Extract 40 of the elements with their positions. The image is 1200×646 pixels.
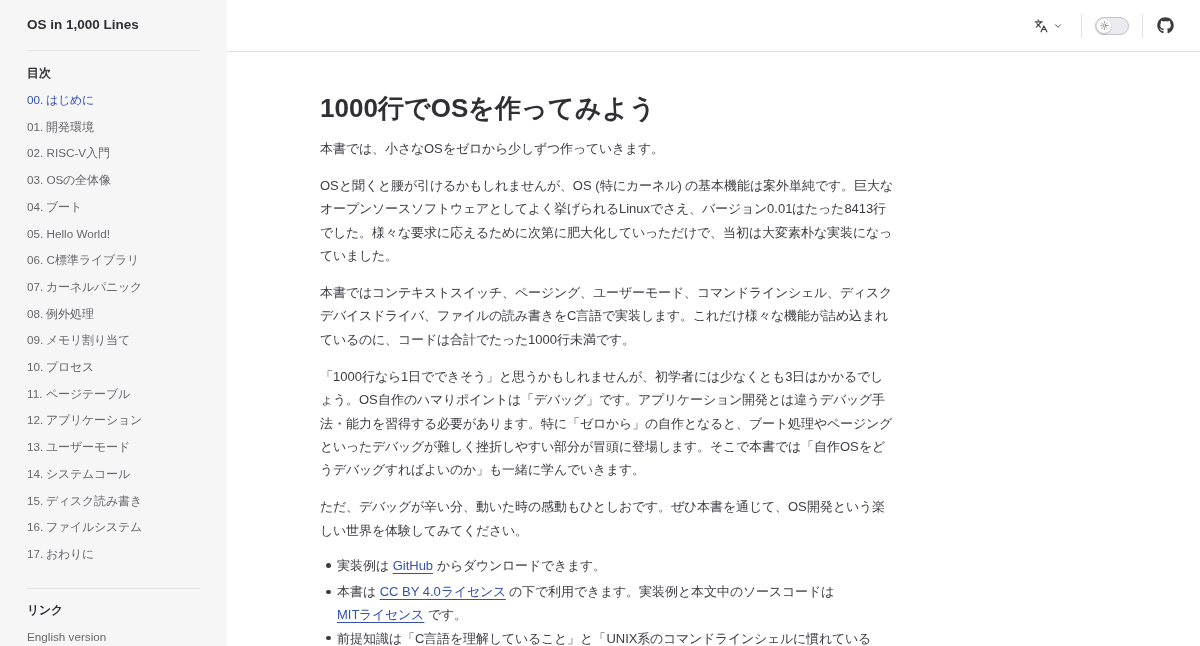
bullet-icon: [326, 589, 331, 594]
text-link[interactable]: CC BY 4.0ライセンス: [379, 584, 506, 599]
sidebar-link[interactable]: 01. 開発環境: [27, 113, 95, 141]
list-text: 本書は CC BY 4.0ライセンス の下で利用できます。実装例と本文中のソースコードは MITライセンス です。: [337, 583, 836, 625]
paragraph: 本書ではコンテキストスイッチ、ページング、ユーザーモード、コマンドラインシェル、ディスクデバイスドライバ、ファイルの読み書きをC言語で実装します。これだけ様々な機能が詰め込まれているのに、コードは合計でたった1000行未満です。: [320, 284, 893, 349]
text-link[interactable]: MITライセンス: [337, 607, 425, 623]
sidebar-link[interactable]: 02. RISC-V入門: [27, 140, 111, 168]
sidebar-link[interactable]: 09. メモリ割り当て: [27, 327, 131, 355]
sidebar-link[interactable]: 14. システムコール: [27, 460, 131, 488]
list-text: 実装例は GitHub からダウンロードできます。: [337, 556, 606, 575]
sidebar-link[interactable]: 16. ファイルシステム: [27, 514, 143, 541]
page-title: 1000行でOSを作ってみよう: [320, 92, 658, 125]
sidebar-link[interactable]: 12. アプリケーション: [27, 407, 143, 435]
paragraph: OSと聞くと腰が引けるかもしれませんが、OS (特にカーネル) の基本機能は案外単純です。巨大なオープンソースソフトウェアとしてよく挙げられるLinuxでさえ、バージョン0.01はたった8413行でした。様々な要求に応えるために次第に肥大化していっただけで、当初は大変素朴な実装になっていました。: [320, 176, 895, 266]
paragraph: ただ、デバッグが辛い分、動いた時の感動もひとしおです。ぜひ本書を通じて、OS開発という楽しい世界を体験してみてください。: [320, 498, 886, 540]
sidebar-link[interactable]: 05. Hello World!: [27, 220, 110, 248]
text-link[interactable]: GitHub: [392, 557, 434, 573]
sidebar-heading: 目次: [27, 65, 51, 82]
sidebar-link[interactable]: 17. おわりに: [27, 540, 95, 568]
bullet-icon: [326, 635, 331, 641]
sidebar-link[interactable]: 11. ページテーブル: [27, 380, 130, 408]
sidebar-link[interactable]: 03. OSの全体像: [27, 167, 112, 194]
sidebar-link[interactable]: 07. カーネルパニック: [27, 273, 143, 301]
site-title[interactable]: OS in 1,000 Lines: [27, 14, 139, 35]
github-icon[interactable]: [1157, 17, 1174, 34]
sidebar-link[interactable]: 15. ディスク読み書き: [27, 487, 143, 515]
sidebar-link[interactable]: 00. はじめに: [27, 87, 95, 114]
appearance-switch[interactable]: [1095, 16, 1129, 35]
sidebar-link[interactable]: 08. 例外処理: [27, 300, 95, 328]
list-text: 前提知識は「C言語を理解していること」と「UNIX系のコマンドラインシェルに慣れている: [337, 630, 872, 646]
sidebar-heading: リンク: [27, 601, 63, 619]
translate-icon: [1034, 18, 1048, 33]
bullet-icon: [326, 563, 331, 568]
sidebar-link[interactable]: 10. プロセス: [27, 354, 95, 381]
sidebar-link[interactable]: 13. ユーザーモード: [27, 434, 131, 461]
sidebar-link[interactable]: English version: [27, 623, 107, 646]
paragraph: 「1000行なら1日でできそう」と思うかもしれませんが、初学者には少なくとも3日はかかるでしょう。OS自作のハマりポイントは「デバッグ」です。アプリケーション開発とは違うデバッグ手法・能力を習得する必要があります。特に「ゼロから」の自作となると、ブート処理やページングといったデバッグが難しく挫折しやすい部分が冒頭に登場します。そこで本書では「自作OSをどうデバッグすればよいのか」も一緒に学んでいきます。: [320, 367, 893, 480]
sidebar-link[interactable]: 04. ブート: [27, 193, 83, 221]
sidebar-link[interactable]: 06. C標準ライブラリ: [27, 247, 139, 274]
paragraph: 本書では、小さなOSをゼロから少しずつ作っていきます。: [320, 140, 665, 158]
